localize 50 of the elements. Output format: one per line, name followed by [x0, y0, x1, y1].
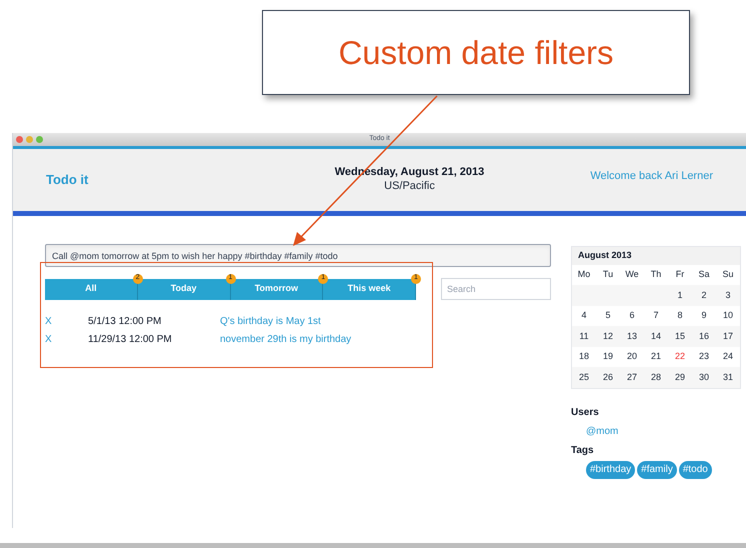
- callout-text: Custom date filters: [338, 32, 614, 73]
- weekday-label: Th: [650, 268, 662, 282]
- calendar-day[interactable]: 16: [692, 330, 716, 343]
- tags-heading: Tags: [571, 444, 595, 458]
- calendar-day[interactable]: 3: [716, 288, 740, 302]
- minimize-icon[interactable]: [26, 136, 33, 143]
- calendar-day[interactable]: 20: [620, 350, 644, 364]
- calendar-day[interactable]: 26: [596, 370, 620, 384]
- calendar-day[interactable]: 12: [596, 330, 620, 343]
- weekday-label: Su: [721, 268, 734, 282]
- calendar-title: August 2013: [578, 249, 632, 262]
- weekday-label: Mo: [576, 268, 592, 282]
- calendar-day[interactable]: 25: [572, 370, 596, 384]
- calendar-day[interactable]: 15: [668, 330, 692, 343]
- calendar-day[interactable]: 28: [644, 370, 668, 384]
- calendar-day[interactable]: 13: [620, 330, 644, 343]
- timezone: US/Pacific: [384, 180, 435, 194]
- calendar-day[interactable]: 17: [716, 330, 740, 343]
- calendar-day[interactable]: 5: [596, 309, 620, 322]
- calendar-day[interactable]: 6: [620, 309, 644, 322]
- weekday-label: Fr: [674, 268, 686, 282]
- calendar-day[interactable]: 22: [668, 350, 692, 364]
- close-icon[interactable]: [16, 136, 23, 143]
- calendar-day[interactable]: 27: [620, 370, 644, 384]
- calendar-day[interactable]: 10: [716, 309, 740, 322]
- calendar-day[interactable]: 30: [692, 370, 716, 384]
- users-heading: Users: [571, 406, 600, 420]
- calendar-day[interactable]: 11: [572, 330, 596, 343]
- weekday-label: We: [624, 268, 640, 282]
- calendar-day[interactable]: 8: [668, 309, 692, 322]
- calendar-day[interactable]: 23: [692, 350, 716, 364]
- calendar-day[interactable]: 7: [644, 309, 668, 322]
- calendar-day[interactable]: 4: [572, 309, 596, 322]
- calendar-day[interactable]: 21: [644, 350, 668, 364]
- calendar-day[interactable]: 24: [716, 350, 740, 364]
- calendar-day[interactable]: 18: [572, 350, 596, 364]
- weekday-label: Tu: [602, 268, 614, 282]
- calendar-day[interactable]: 14: [644, 330, 668, 343]
- calendar-day[interactable]: 19: [596, 350, 620, 364]
- new-todo-field[interactable]: Call @mom tomorrow at 5pm to wish her happy #birthday #family #todo: [45, 244, 551, 267]
- calendar-day[interactable]: 31: [716, 370, 740, 384]
- calendar-day[interactable]: 9: [692, 309, 716, 322]
- todo-date: 11/29/13 12:00 PM: [88, 333, 173, 347]
- search-field[interactable]: Search: [441, 278, 551, 300]
- calendar-day[interactable]: 29: [668, 370, 692, 384]
- calendar-day[interactable]: 2: [692, 288, 716, 302]
- calendar-day[interactable]: 1: [668, 288, 692, 302]
- zoom-icon[interactable]: [36, 136, 43, 143]
- todo-date: 5/1/13 12:00 PM: [88, 315, 162, 329]
- weekday-label: Sa: [697, 268, 710, 282]
